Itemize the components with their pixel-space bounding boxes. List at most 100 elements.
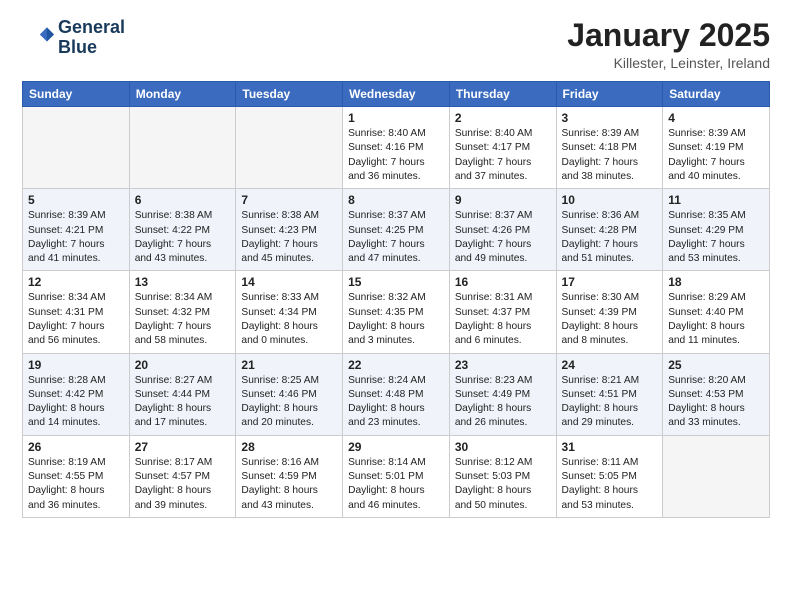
calendar-week-3: 12Sunrise: 8:34 AM Sunset: 4:31 PM Dayli…	[23, 271, 770, 353]
day-info: Sunrise: 8:35 AM Sunset: 4:29 PM Dayligh…	[668, 209, 764, 266]
day-number: 8	[348, 193, 444, 207]
day-number: 6	[135, 193, 231, 207]
day-number: 9	[455, 193, 551, 207]
month-title: January 2025	[567, 18, 770, 53]
calendar-cell: 26 Sunrise: 8:19 AM Sunset: 4:55 PM Dayli…	[23, 435, 130, 517]
day-info: Sunrise: 8:25 AM Sunset: 4:46 PM Dayligh…	[241, 374, 337, 431]
day-number: 23	[455, 358, 551, 372]
day-number: 20	[135, 358, 231, 372]
calendar-cell: 5 Sunrise: 8:39 AM Sunset: 4:21 PM Daylig…	[23, 189, 130, 271]
day-number: 2	[455, 111, 551, 125]
day-number: 5	[28, 193, 124, 207]
day-number: 22	[348, 358, 444, 372]
day-info: Sunrise: 8:40 AM Sunset: 4:17 PM Dayligh…	[455, 127, 551, 184]
calendar-cell: 27 Sunrise: 8:17 AM Sunset: 4:57 PM Dayli…	[129, 435, 236, 517]
day-info: Sunrise: 8:38 AM Sunset: 4:22 PM Dayligh…	[135, 209, 231, 266]
calendar-week-5: 26 Sunrise: 8:19 AM Sunset: 4:55 PM Dayli…	[23, 435, 770, 517]
day-info: Sunrise: 8:20 AM Sunset: 4:53 PM Dayligh…	[668, 374, 764, 431]
day-number: 29	[348, 440, 444, 454]
calendar-cell: 4Sunrise: 8:39 AM Sunset: 4:19 PM Daylig…	[663, 107, 770, 189]
day-info: Sunrise: 8:30 AM Sunset: 4:39 PM Dayligh…	[562, 291, 658, 348]
col-header-tuesday: Tuesday	[236, 82, 343, 107]
calendar-cell: 29 Sunrise: 8:14 AM Sunset: 5:01 PM Dayli…	[343, 435, 450, 517]
calendar-cell	[129, 107, 236, 189]
calendar-week-1: 1 Sunrise: 8:40 AM Sunset: 4:16 PM Daylig…	[23, 107, 770, 189]
day-info: Sunrise: 8:29 AM Sunset: 4:40 PM Dayligh…	[668, 291, 764, 348]
day-info: Sunrise: 8:14 AM Sunset: 5:01 PM Dayligh…	[348, 456, 444, 513]
day-number: 14	[241, 275, 337, 289]
day-number: 3	[562, 111, 658, 125]
day-info: Sunrise: 8:17 AM Sunset: 4:57 PM Dayligh…	[135, 456, 231, 513]
col-header-friday: Friday	[556, 82, 663, 107]
day-info: Sunrise: 8:28 AM Sunset: 4:42 PM Dayligh…	[28, 374, 124, 431]
location: Killester, Leinster, Ireland	[567, 55, 770, 71]
calendar-cell: 14 Sunrise: 8:33 AM Sunset: 4:34 PM Dayli…	[236, 271, 343, 353]
day-number: 19	[28, 358, 124, 372]
day-info: Sunrise: 8:32 AM Sunset: 4:35 PM Dayligh…	[348, 291, 444, 348]
day-info: Sunrise: 8:39 AM Sunset: 4:21 PM Dayligh…	[28, 209, 124, 266]
calendar-cell: 20Sunrise: 8:27 AM Sunset: 4:44 PM Dayli…	[129, 353, 236, 435]
calendar-cell: 6 Sunrise: 8:38 AM Sunset: 4:22 PM Daylig…	[129, 189, 236, 271]
calendar-cell: 22Sunrise: 8:24 AM Sunset: 4:48 PM Dayli…	[343, 353, 450, 435]
day-number: 21	[241, 358, 337, 372]
day-number: 16	[455, 275, 551, 289]
calendar-cell: 30 Sunrise: 8:12 AM Sunset: 5:03 PM Dayli…	[449, 435, 556, 517]
day-number: 18	[668, 275, 764, 289]
calendar-cell: 23 Sunrise: 8:23 AM Sunset: 4:49 PM Dayli…	[449, 353, 556, 435]
logo-icon	[22, 22, 54, 54]
calendar-cell: 15 Sunrise: 8:32 AM Sunset: 4:35 PM Dayli…	[343, 271, 450, 353]
header: General Blue January 2025 Killester, Lei…	[22, 18, 770, 71]
calendar-cell: 12Sunrise: 8:34 AM Sunset: 4:31 PM Dayli…	[23, 271, 130, 353]
calendar-cell: 7Sunrise: 8:38 AM Sunset: 4:23 PM Daylig…	[236, 189, 343, 271]
calendar-cell: 24Sunrise: 8:21 AM Sunset: 4:51 PM Dayli…	[556, 353, 663, 435]
col-header-thursday: Thursday	[449, 82, 556, 107]
calendar-cell: 10Sunrise: 8:36 AM Sunset: 4:28 PM Dayli…	[556, 189, 663, 271]
calendar-cell: 19 Sunrise: 8:28 AM Sunset: 4:42 PM Dayli…	[23, 353, 130, 435]
day-number: 4	[668, 111, 764, 125]
day-number: 26	[28, 440, 124, 454]
day-number: 13	[135, 275, 231, 289]
calendar-week-4: 19 Sunrise: 8:28 AM Sunset: 4:42 PM Dayli…	[23, 353, 770, 435]
calendar-cell: 21 Sunrise: 8:25 AM Sunset: 4:46 PM Dayli…	[236, 353, 343, 435]
day-number: 1	[348, 111, 444, 125]
day-info: Sunrise: 8:12 AM Sunset: 5:03 PM Dayligh…	[455, 456, 551, 513]
day-number: 31	[562, 440, 658, 454]
calendar-cell	[236, 107, 343, 189]
day-info: Sunrise: 8:23 AM Sunset: 4:49 PM Dayligh…	[455, 374, 551, 431]
calendar-cell	[663, 435, 770, 517]
day-number: 17	[562, 275, 658, 289]
day-info: Sunrise: 8:21 AM Sunset: 4:51 PM Dayligh…	[562, 374, 658, 431]
calendar-cell: 17 Sunrise: 8:30 AM Sunset: 4:39 PM Dayli…	[556, 271, 663, 353]
day-info: Sunrise: 8:33 AM Sunset: 4:34 PM Dayligh…	[241, 291, 337, 348]
day-info: Sunrise: 8:34 AM Sunset: 4:32 PM Dayligh…	[135, 291, 231, 348]
calendar-cell: 16 Sunrise: 8:31 AM Sunset: 4:37 PM Dayli…	[449, 271, 556, 353]
day-info: Sunrise: 8:31 AM Sunset: 4:37 PM Dayligh…	[455, 291, 551, 348]
logo: General Blue	[22, 18, 125, 58]
calendar-cell: 28 Sunrise: 8:16 AM Sunset: 4:59 PM Dayli…	[236, 435, 343, 517]
calendar-table: SundayMondayTuesdayWednesdayThursdayFrid…	[22, 81, 770, 518]
day-number: 30	[455, 440, 551, 454]
calendar-cell: 3Sunrise: 8:39 AM Sunset: 4:18 PM Daylig…	[556, 107, 663, 189]
day-info: Sunrise: 8:36 AM Sunset: 4:28 PM Dayligh…	[562, 209, 658, 266]
day-number: 11	[668, 193, 764, 207]
calendar-cell: 31Sunrise: 8:11 AM Sunset: 5:05 PM Dayli…	[556, 435, 663, 517]
day-info: Sunrise: 8:16 AM Sunset: 4:59 PM Dayligh…	[241, 456, 337, 513]
calendar-cell: 2 Sunrise: 8:40 AM Sunset: 4:17 PM Daylig…	[449, 107, 556, 189]
title-area: January 2025 Killester, Leinster, Irelan…	[567, 18, 770, 71]
calendar-cell: 1 Sunrise: 8:40 AM Sunset: 4:16 PM Daylig…	[343, 107, 450, 189]
day-info: Sunrise: 8:19 AM Sunset: 4:55 PM Dayligh…	[28, 456, 124, 513]
day-number: 28	[241, 440, 337, 454]
calendar-cell	[23, 107, 130, 189]
day-info: Sunrise: 8:38 AM Sunset: 4:23 PM Dayligh…	[241, 209, 337, 266]
calendar-cell: 25 Sunrise: 8:20 AM Sunset: 4:53 PM Dayli…	[663, 353, 770, 435]
day-info: Sunrise: 8:40 AM Sunset: 4:16 PM Dayligh…	[348, 127, 444, 184]
day-number: 25	[668, 358, 764, 372]
calendar-header-row: SundayMondayTuesdayWednesdayThursdayFrid…	[23, 82, 770, 107]
page: General Blue January 2025 Killester, Lei…	[0, 0, 792, 612]
day-number: 27	[135, 440, 231, 454]
col-header-saturday: Saturday	[663, 82, 770, 107]
calendar-cell: 8 Sunrise: 8:37 AM Sunset: 4:25 PM Daylig…	[343, 189, 450, 271]
day-info: Sunrise: 8:37 AM Sunset: 4:25 PM Dayligh…	[348, 209, 444, 266]
day-number: 15	[348, 275, 444, 289]
calendar-cell: 9Sunrise: 8:37 AM Sunset: 4:26 PM Daylig…	[449, 189, 556, 271]
